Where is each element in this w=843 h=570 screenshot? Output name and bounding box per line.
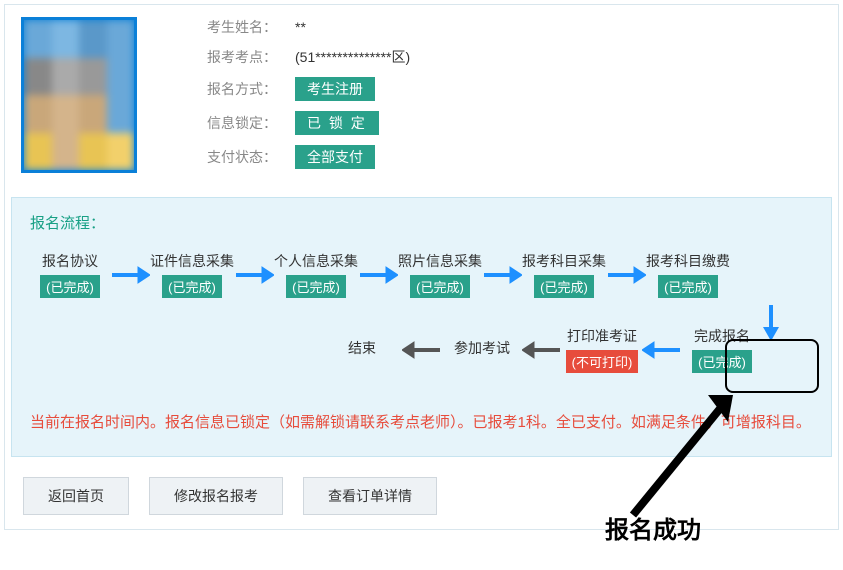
value-name: ** xyxy=(295,19,306,35)
step-exam: 参加考试 xyxy=(442,338,522,362)
candidate-info-section: 考生姓名： ** 报考考点： (51**************区) 报名方式：… xyxy=(5,5,838,191)
field-pay: 支付状态： 全部支付 xyxy=(197,145,822,169)
field-site: 报考考点： (51**************区) xyxy=(197,47,822,67)
arrow-right-icon xyxy=(606,263,646,287)
arrow-left-icon xyxy=(642,338,682,362)
arrow-right-icon xyxy=(482,263,522,287)
arrow-down-icon xyxy=(759,303,783,341)
home-button[interactable]: 返回首页 xyxy=(23,477,129,515)
step-end: 结束 xyxy=(322,338,402,362)
label-site: 报考考点： xyxy=(197,47,277,67)
flow-title: 报名流程： xyxy=(30,212,813,233)
field-method: 报名方式： 考生注册 xyxy=(197,77,822,101)
field-name: 考生姓名： ** xyxy=(197,17,822,37)
badge-method: 考生注册 xyxy=(295,77,375,101)
flow-row-2: 结束 参加考试 打印准考证 (不可打印) 完成报名 (已完成) xyxy=(322,326,813,373)
badge-lock: 已 锁 定 xyxy=(295,111,379,135)
flow-row-1: 报名协议 (已完成) 证件信息采集 (已完成) 个人信息采集 (已完成) 照片信… xyxy=(30,251,813,298)
badge-pay: 全部支付 xyxy=(295,145,375,169)
info-fields: 考生姓名： ** 报考考点： (51**************区) 报名方式：… xyxy=(197,17,822,179)
callout-label: 报名成功 xyxy=(605,510,701,545)
label-lock: 信息锁定： xyxy=(197,113,277,133)
orders-button[interactable]: 查看订单详情 xyxy=(303,477,437,515)
label-method: 报名方式： xyxy=(197,79,277,99)
field-lock: 信息锁定： 已 锁 定 xyxy=(197,111,822,135)
label-name: 考生姓名： xyxy=(197,17,277,37)
step-personal: 个人信息采集 (已完成) xyxy=(274,251,358,298)
step-photo: 照片信息采集 (已完成) xyxy=(398,251,482,298)
flow-section: 报名流程： 报名协议 (已完成) 证件信息采集 (已完成) 个人信息采集 (已完… xyxy=(11,197,832,457)
step-print: 打印准考证 (不可打印) xyxy=(562,326,642,373)
step-finish: 完成报名 (已完成) xyxy=(682,326,762,373)
step-subject: 报考科目采集 (已完成) xyxy=(522,251,606,298)
arrow-left-icon xyxy=(522,338,562,362)
bottom-button-bar: 返回首页 修改报名报考 查看订单详情 xyxy=(5,463,838,529)
arrow-right-icon xyxy=(234,263,274,287)
candidate-photo xyxy=(21,17,137,173)
status-message: 当前在报名时间内。报名信息已锁定（如需解锁请联系考点老师）。已报考1科。全已支付… xyxy=(30,409,813,436)
step-fee: 报考科目缴费 (已完成) xyxy=(646,251,730,298)
modify-button[interactable]: 修改报名报考 xyxy=(149,477,283,515)
flow-rows: 报名协议 (已完成) 证件信息采集 (已完成) 个人信息采集 (已完成) 照片信… xyxy=(30,251,813,373)
label-pay: 支付状态： xyxy=(197,147,277,167)
step-id-collect: 证件信息采集 (已完成) xyxy=(150,251,234,298)
main-container: 考生姓名： ** 报考考点： (51**************区) 报名方式：… xyxy=(4,4,839,530)
arrow-right-icon xyxy=(358,263,398,287)
step-agreement: 报名协议 (已完成) xyxy=(30,251,110,298)
arrow-right-icon xyxy=(110,263,150,287)
arrow-left-icon xyxy=(402,338,442,362)
value-site: (51**************区) xyxy=(295,47,410,67)
